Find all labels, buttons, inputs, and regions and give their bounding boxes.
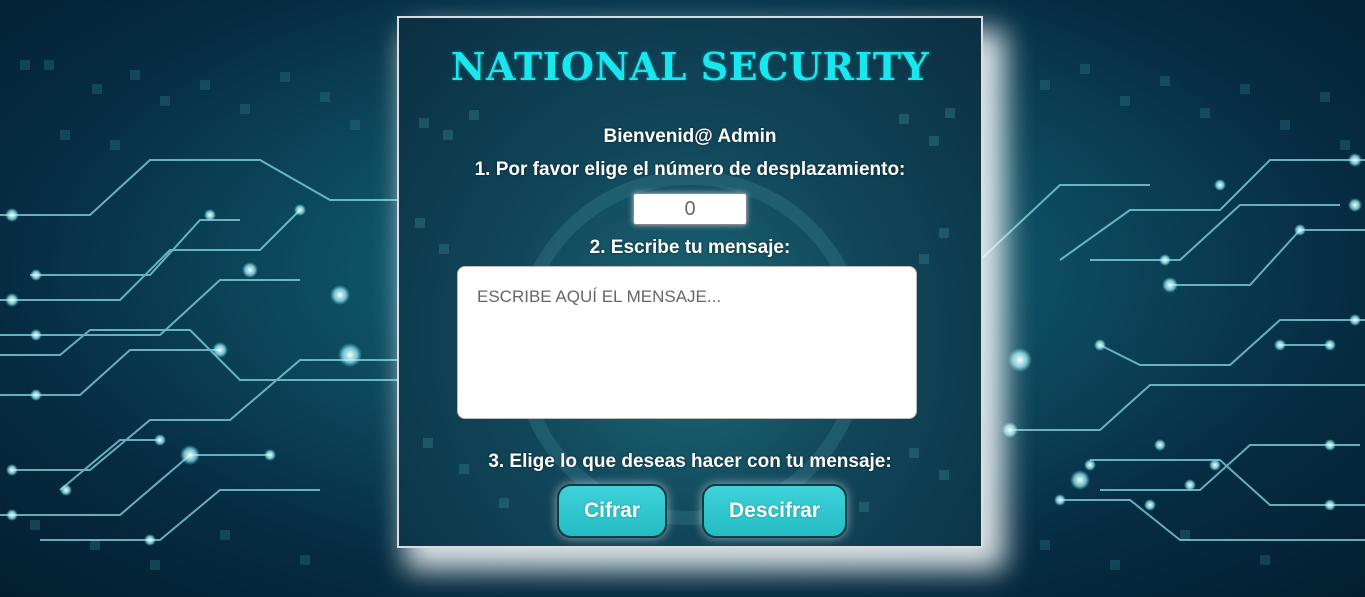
- message-textarea[interactable]: [457, 266, 917, 419]
- decipher-button[interactable]: Descifrar: [702, 484, 847, 538]
- page-title: NATIONAL SECURITY: [450, 44, 930, 89]
- main-panel: NATIONAL SECURITY Bienvenid@ Admin 1. Po…: [397, 16, 983, 548]
- action-label: 3. Elige lo que deseas hacer con tu mens…: [488, 451, 892, 472]
- shift-label: 1. Por favor elige el número de desplaza…: [474, 159, 906, 180]
- shift-number-input[interactable]: [633, 193, 747, 225]
- cipher-button[interactable]: Cifrar: [557, 484, 667, 538]
- panel-content: NATIONAL SECURITY Bienvenid@ Admin 1. Po…: [399, 18, 981, 546]
- welcome-text: Bienvenid@ Admin: [603, 126, 777, 147]
- message-label: 2. Escribe tu mensaje:: [589, 237, 791, 258]
